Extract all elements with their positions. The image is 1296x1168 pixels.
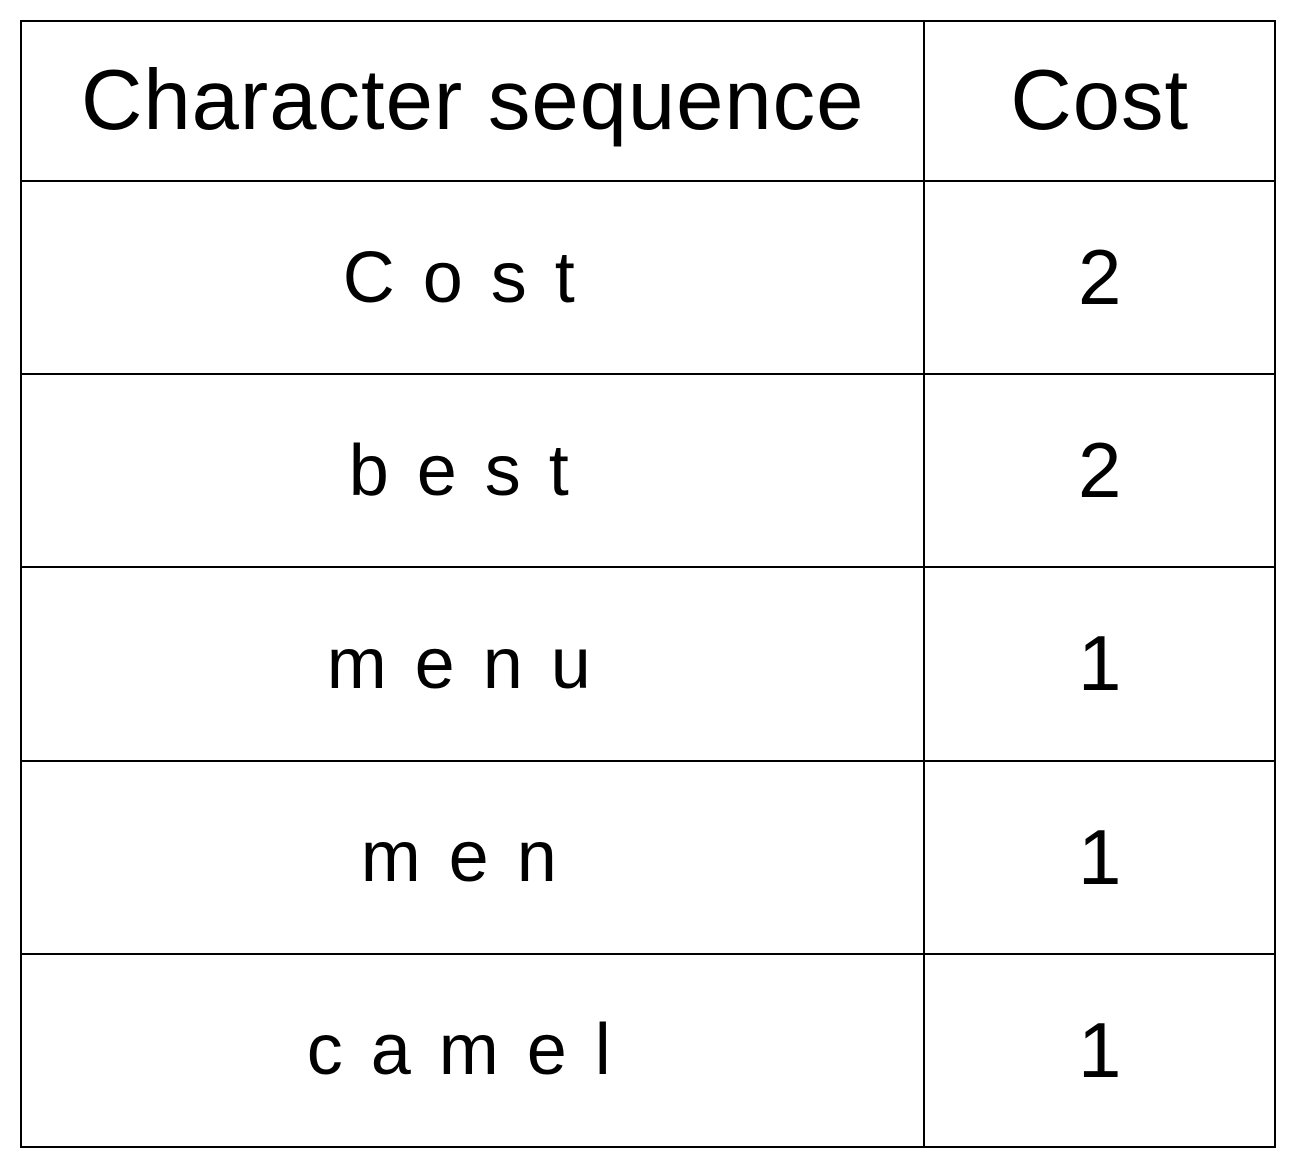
table-row: men 1 bbox=[21, 761, 1275, 954]
cost-text: 2 bbox=[1078, 426, 1121, 514]
cost-cell: 2 bbox=[924, 181, 1275, 374]
sequence-cell: men bbox=[21, 761, 924, 954]
sequence-text: menu bbox=[327, 624, 619, 704]
sequence-text: men bbox=[361, 817, 585, 897]
table-header-row: Character sequence Cost bbox=[21, 21, 1275, 181]
sequence-text: Cost bbox=[343, 238, 603, 318]
cost-cell: 2 bbox=[924, 374, 1275, 567]
cost-text: 1 bbox=[1078, 619, 1121, 707]
cost-text: 1 bbox=[1078, 813, 1121, 901]
table-row: Cost 2 bbox=[21, 181, 1275, 374]
sequence-cell: menu bbox=[21, 567, 924, 760]
table-row: menu 1 bbox=[21, 567, 1275, 760]
sequence-cell: Cost bbox=[21, 181, 924, 374]
character-sequence-table: Character sequence Cost Cost 2 best 2 me… bbox=[20, 20, 1276, 1148]
table-row: best 2 bbox=[21, 374, 1275, 567]
cost-cell: 1 bbox=[924, 567, 1275, 760]
sequence-text: camel bbox=[307, 1010, 639, 1090]
cost-cell: 1 bbox=[924, 954, 1275, 1147]
table-row: camel 1 bbox=[21, 954, 1275, 1147]
cost-text: 1 bbox=[1078, 1006, 1121, 1094]
cost-cell: 1 bbox=[924, 761, 1275, 954]
sequence-cell: best bbox=[21, 374, 924, 567]
header-sequence: Character sequence bbox=[21, 21, 924, 181]
header-cost: Cost bbox=[924, 21, 1275, 181]
cost-text: 2 bbox=[1078, 233, 1121, 321]
sequence-cell: camel bbox=[21, 954, 924, 1147]
sequence-text: best bbox=[349, 431, 597, 511]
